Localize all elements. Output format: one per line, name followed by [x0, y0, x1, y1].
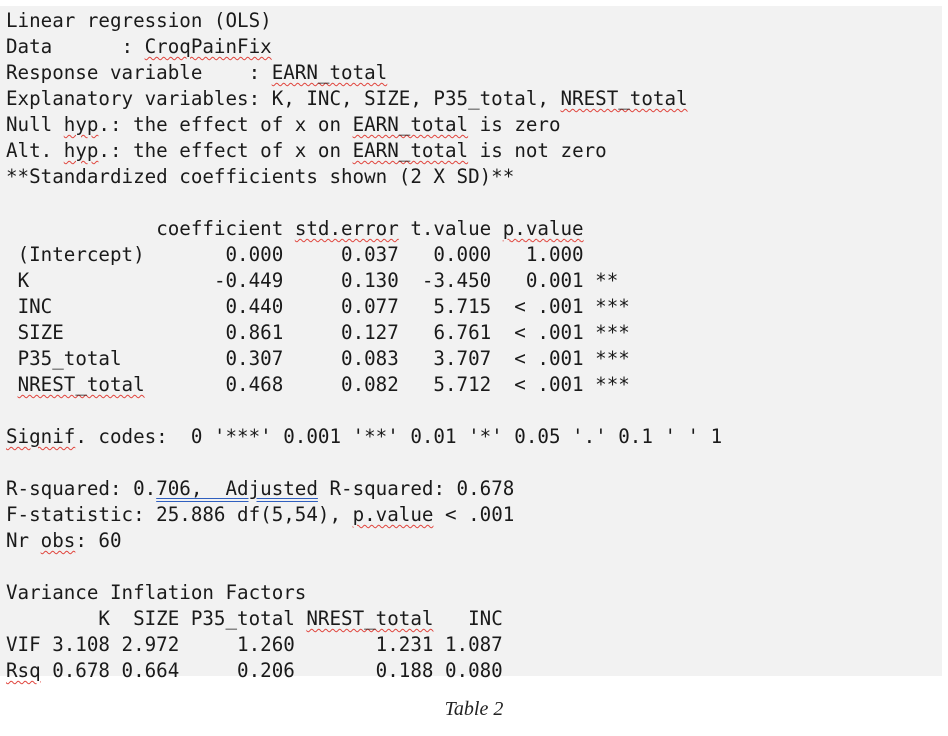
data-line: Data : CroqPainFix	[6, 34, 272, 60]
col-coefficient: coefficient	[156, 217, 295, 240]
row-term: NREST_total	[17, 373, 145, 396]
row-pad	[6, 269, 18, 292]
table-row: NREST_total 0.468 0.082 5.712 < .001 ***	[6, 372, 630, 398]
row-term: P35_total	[17, 347, 122, 370]
f-text-c: < .001	[433, 503, 515, 526]
vif-head-c: INC	[433, 607, 503, 630]
table-row: P35_total 0.307 0.083 3.707 < .001 ***	[6, 346, 630, 372]
alt-var: EARN_total	[352, 139, 469, 162]
rsq-word: Rsq	[6, 659, 41, 682]
response-label: Response variable :	[6, 61, 272, 84]
signif-codes-line: Signif. codes: 0 '***' 0.001 '**' 0.01 '…	[6, 424, 722, 450]
table-row: K -0.449 0.130 -3.450 0.001 **	[6, 268, 619, 294]
signif-word: Signif	[6, 425, 76, 448]
row-values: 0.468 0.082 5.712 < .001 ***	[144, 373, 630, 396]
response-line: Response variable : EARN_total	[6, 60, 387, 86]
f-p-value: p.value	[352, 503, 434, 526]
nr-text-c: : 60	[75, 529, 122, 552]
table-row: SIZE 0.861 0.127 6.761 < .001 ***	[6, 320, 630, 346]
row-pad	[6, 243, 18, 266]
output-title: Linear regression (OLS)	[6, 9, 272, 32]
nr-obs-line: Nr obs: 60	[6, 528, 122, 554]
vif-title: Variance Inflation Factors	[6, 581, 307, 604]
alt-hyp-word: hyp	[63, 139, 99, 162]
vif-head-b: NREST_total	[306, 607, 434, 630]
null-text-c: is zero	[468, 113, 561, 136]
row-term: K	[17, 269, 30, 292]
regression-output-panel: Linear regression (OLS) Data : CroqPainF…	[0, 6, 942, 682]
row-term: (Intercept)	[17, 243, 145, 266]
table-row: INC 0.440 0.077 5.715 < .001 ***	[6, 294, 630, 320]
table-caption: Table 2	[444, 698, 504, 720]
r-squared-line: R-squared: 0.706, Adjusted R-squared: 0.…	[6, 476, 514, 502]
response-value: EARN_total	[271, 61, 388, 84]
row-pad	[6, 295, 18, 318]
null-hyp-word: hyp	[63, 113, 99, 136]
vif-header: K SIZE P35_total NREST_total INC	[6, 606, 503, 632]
r2-text-c: R-squared: 0.678	[317, 477, 515, 500]
signif-codes: . codes: 0 '***' 0.001 '**' 0.01 '*' 0.0…	[75, 425, 723, 448]
row-values: 0.307 0.083 3.707 < .001 ***	[121, 347, 630, 370]
nr-text-a: Nr	[6, 529, 41, 552]
null-text-b: .: the effect of x on	[98, 113, 353, 136]
row-values: 0.861 0.127 6.761 < .001 ***	[63, 321, 630, 344]
row-values: 0.000 0.037 0.000 1.000	[144, 243, 584, 266]
explanatory-last: NREST_total	[560, 87, 688, 110]
explanatory-label: Explanatory variables: K, INC, SIZE, P35…	[6, 87, 561, 110]
col-t-value: t.value	[398, 217, 503, 240]
col-p-value: p.value	[502, 217, 584, 240]
f-statistic-line: F-statistic: 25.886 df(5,54), p.value < …	[6, 502, 514, 528]
row-term: SIZE	[17, 321, 64, 344]
r2-text-b: 706, Adjusted	[156, 477, 318, 500]
col-std-error: std.error	[294, 217, 399, 240]
rsq-row: Rsq 0.678 0.664 0.206 0.188 0.080	[6, 658, 503, 684]
coef-table-header: coefficient std.error t.value p.value	[6, 216, 584, 242]
explanatory-line: Explanatory variables: K, INC, SIZE, P35…	[6, 86, 688, 112]
header-pad	[6, 217, 156, 240]
table-row: (Intercept) 0.000 0.037 0.000 1.000	[6, 242, 584, 268]
row-values: 0.440 0.077 5.715 < .001 ***	[52, 295, 630, 318]
row-pad	[6, 321, 18, 344]
null-var: EARN_total	[352, 113, 469, 136]
data-label: Data :	[6, 35, 145, 58]
alt-hypothesis-line: Alt. hyp.: the effect of x on EARN_total…	[6, 138, 607, 164]
null-hypothesis-line: Null hyp.: the effect of x on EARN_total…	[6, 112, 561, 138]
nr-obs-word: obs	[40, 529, 76, 552]
alt-text-c: is not zero	[468, 139, 607, 162]
rsq-values: 0.678 0.664 0.206 0.188 0.080	[40, 659, 503, 682]
data-value: CroqPainFix	[144, 35, 272, 58]
row-pad	[6, 373, 18, 396]
f-text-a: F-statistic: 25.886 df(5,54),	[6, 503, 353, 526]
vif-head-a: K SIZE P35_total	[6, 607, 307, 630]
standardized-note: **Standardized coefficients shown (2 X S…	[6, 165, 515, 188]
vif-row: VIF 3.108 2.972 1.260 1.231 1.087	[6, 633, 503, 656]
alt-text-b: .: the effect of x on	[98, 139, 353, 162]
null-text-a: Null	[6, 113, 64, 136]
row-values: -0.449 0.130 -3.450 0.001 **	[29, 269, 619, 292]
r2-text-a: R-squared: 0.	[6, 477, 157, 500]
alt-text-a: Alt.	[6, 139, 64, 162]
row-pad	[6, 347, 18, 370]
row-term: INC	[17, 295, 53, 318]
